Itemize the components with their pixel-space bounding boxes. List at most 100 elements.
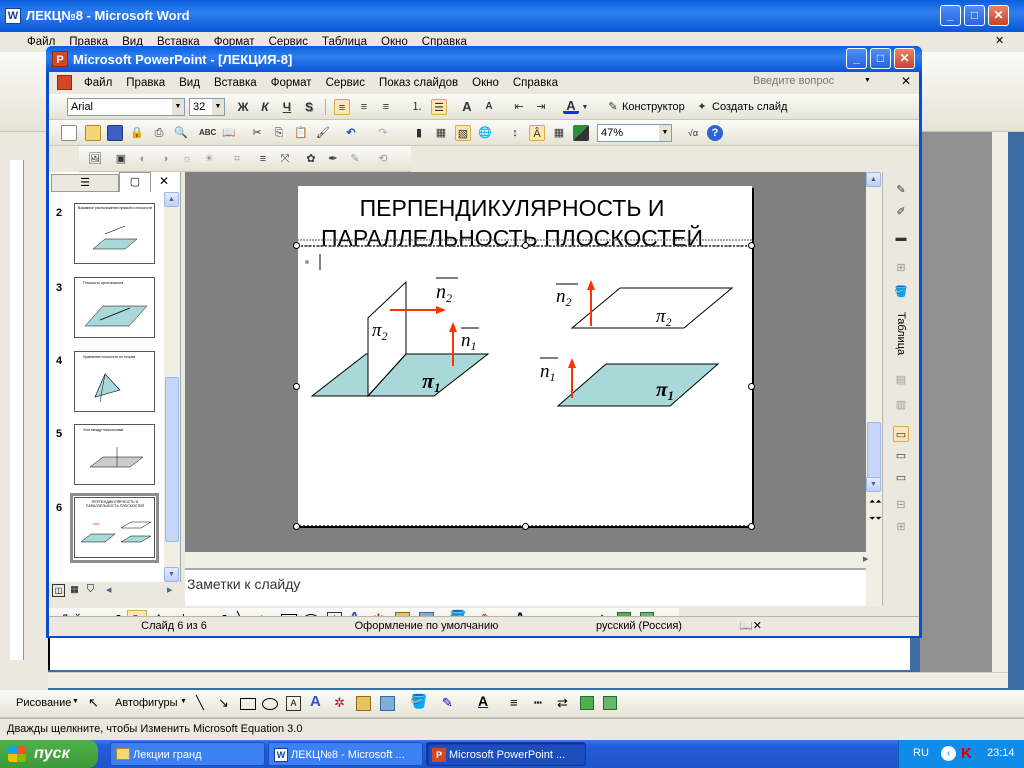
word-autoshapes-button[interactable]: Автофигуры xyxy=(115,697,178,709)
word-vscrollbar[interactable] xyxy=(992,132,1008,672)
transparent-color-icon[interactable]: ✎ xyxy=(347,151,363,167)
tables-borders-icon[interactable]: ▧ xyxy=(455,125,471,141)
undo-icon[interactable]: ↶ xyxy=(343,125,359,141)
taskbar-item-folder[interactable]: Лекции гранд xyxy=(110,742,265,766)
slides-scroll-up[interactable]: ▲ xyxy=(164,192,179,207)
ppt-menu-format[interactable]: Формат xyxy=(264,77,319,89)
task-pane-label[interactable]: Таблица xyxy=(895,312,907,355)
table-draw-icon[interactable]: ✎ xyxy=(893,182,909,198)
slide-thumb-2[interactable]: Взаимное расположение прямой и плоскости xyxy=(74,203,155,264)
slide-canvas[interactable]: ПЕРПЕНДИКУЛЯРНОСТЬ И ПАРАЛЛЕЛЬНОСТЬ ПЛОС… xyxy=(298,186,752,526)
word-dash-style-icon[interactable]: ┅ xyxy=(534,695,542,711)
ppt-menu-file[interactable]: Файл xyxy=(77,77,119,89)
designer-icon[interactable]: ✎ xyxy=(605,99,621,115)
slide-scrollbar[interactable]: ▲ ▼ ⏶⏶ ⏷⏷ xyxy=(866,172,882,552)
new-slide-icon[interactable]: ✦ xyxy=(694,99,710,115)
ppt-help-dropdown-icon[interactable]: ▼ xyxy=(864,77,871,84)
less-brightness-icon[interactable]: ☀ xyxy=(201,151,217,167)
word-rectangle-icon[interactable] xyxy=(240,698,256,710)
merge-cells-icon[interactable]: ▥ xyxy=(893,397,909,413)
font-color-icon[interactable]: A xyxy=(563,98,579,114)
slides-scroll-thumb[interactable] xyxy=(165,377,179,542)
word-menu-close-doc[interactable]: ✕ xyxy=(995,34,1004,47)
ppt-menu-help[interactable]: Справка xyxy=(506,77,565,89)
taskbar-item-word[interactable]: W ЛЕКЦ№8 - Microsoft ... xyxy=(268,742,423,766)
doc-icon[interactable] xyxy=(57,75,72,90)
less-contrast-icon[interactable]: ◑ xyxy=(157,151,173,167)
word-clipart-icon[interactable] xyxy=(356,696,371,711)
more-brightness-icon[interactable]: ☼ xyxy=(179,151,195,167)
word-arrow-style-icon[interactable]: ⇄ xyxy=(557,695,568,711)
font-name-select[interactable]: Arial ▼ xyxy=(67,98,185,116)
ppt-close-button[interactable]: ✕ xyxy=(894,48,915,69)
numbered-list-icon[interactable]: ⒈ xyxy=(409,99,425,115)
handle-bl[interactable] xyxy=(293,523,300,530)
handle-tl[interactable] xyxy=(293,242,300,249)
word-picture-icon[interactable] xyxy=(380,696,395,711)
slide-thumb-4[interactable]: Уравнение плоскости по точкам xyxy=(74,351,155,412)
border-style-icon[interactable]: ▬ xyxy=(893,230,909,246)
handle-tr[interactable] xyxy=(748,242,755,249)
bold-icon[interactable]: Ж xyxy=(235,99,251,115)
taskbar-item-powerpoint[interactable]: P Microsoft PowerPoint ... xyxy=(426,742,586,766)
preview-icon[interactable]: 🔍 xyxy=(173,125,189,141)
handle-bm[interactable] xyxy=(522,523,529,530)
spelling-icon[interactable]: ABC xyxy=(199,125,216,141)
word-autoshapes-dropdown-icon[interactable]: ▼ xyxy=(180,698,187,705)
word-diagram-icon[interactable]: ✲ xyxy=(334,695,345,711)
slides-scroll-down[interactable]: ▼ xyxy=(164,567,179,582)
word-arrow-icon[interactable]: ↘ xyxy=(218,695,229,711)
notes-pane[interactable]: Заметки к слайду xyxy=(185,568,866,606)
line-style-icon[interactable]: ≡ xyxy=(255,151,271,167)
research-icon[interactable]: 📖 xyxy=(221,125,237,141)
handle-ml[interactable] xyxy=(293,383,300,390)
word-minimize-button[interactable]: _ xyxy=(940,5,961,26)
permission-icon[interactable]: 🔒 xyxy=(129,125,145,141)
fill-icon[interactable]: 🪣 xyxy=(893,284,909,300)
language-indicator[interactable]: RU xyxy=(913,747,929,759)
align-left-icon[interactable]: ≡ xyxy=(334,99,350,115)
word-line-icon[interactable]: ╲ xyxy=(196,695,204,711)
handle-mr[interactable] xyxy=(748,383,755,390)
italic-icon[interactable]: К xyxy=(257,99,273,115)
normal-view-icon[interactable]: ◫ xyxy=(52,584,65,597)
new-slide-button[interactable]: Создать слайд xyxy=(712,101,787,113)
slide-hscrollbar[interactable]: ▶ xyxy=(185,552,882,568)
slide-scroll-down[interactable]: ▼ xyxy=(866,477,881,492)
slides-pane-scrollbar[interactable]: ▲ ▼ xyxy=(164,192,180,582)
compress-icon[interactable]: ⤧ xyxy=(277,151,293,167)
word-textbox-icon[interactable]: A xyxy=(286,696,301,711)
redo-icon[interactable]: ↷ xyxy=(375,125,391,141)
antivirus-icon[interactable]: K xyxy=(961,745,972,762)
word-maximize-button[interactable]: □ xyxy=(964,5,985,26)
ppt-minimize-button[interactable]: _ xyxy=(846,48,867,69)
word-shadow-icon[interactable] xyxy=(580,696,594,710)
ppt-doc-close-icon[interactable]: ✕ xyxy=(901,74,911,88)
align-middle-icon[interactable]: ▭ xyxy=(893,448,909,464)
tray-arrow-icon[interactable]: ‹ xyxy=(941,746,956,761)
reset-picture-icon[interactable]: ⟲ xyxy=(375,151,391,167)
copy-icon[interactable]: ⎘ xyxy=(271,125,287,141)
help-icon[interactable]: ? xyxy=(707,125,723,141)
ppt-menu-edit[interactable]: Правка xyxy=(119,77,172,89)
hscroll-left-icon[interactable]: ◀ xyxy=(106,586,111,594)
insert-picture-icon[interactable]: 🖼 xyxy=(87,151,103,167)
start-button[interactable]: пуск xyxy=(0,740,98,768)
align-bottom-icon[interactable]: ▭ xyxy=(893,470,909,486)
slideshow-view-icon[interactable]: ⛉ xyxy=(84,584,97,597)
spelling-status-icon[interactable]: 📖✕ xyxy=(739,619,762,632)
word-fill-color-icon[interactable]: 🪣 xyxy=(410,693,427,710)
recolor-icon[interactable]: ✿ xyxy=(303,151,319,167)
shadow-text-icon[interactable]: S xyxy=(301,99,317,115)
sorter-view-icon[interactable]: ▦ xyxy=(68,584,81,597)
bulleted-list-icon[interactable]: ☰ xyxy=(431,99,447,115)
zoom-select[interactable]: 47% ▼ xyxy=(597,124,672,142)
format-painter-icon[interactable]: 🖌 xyxy=(315,125,331,141)
slides-pane-close-icon[interactable]: ✕ xyxy=(159,174,169,188)
word-draw-button[interactable]: Рисование xyxy=(16,697,71,709)
open-icon[interactable] xyxy=(85,125,101,141)
expand-icon[interactable]: ↕ xyxy=(507,125,523,141)
increase-font-icon[interactable]: A xyxy=(459,99,475,115)
hscroll-right-icon[interactable]: ▶ xyxy=(167,586,172,594)
grid-icon[interactable]: ▦ xyxy=(551,125,567,141)
